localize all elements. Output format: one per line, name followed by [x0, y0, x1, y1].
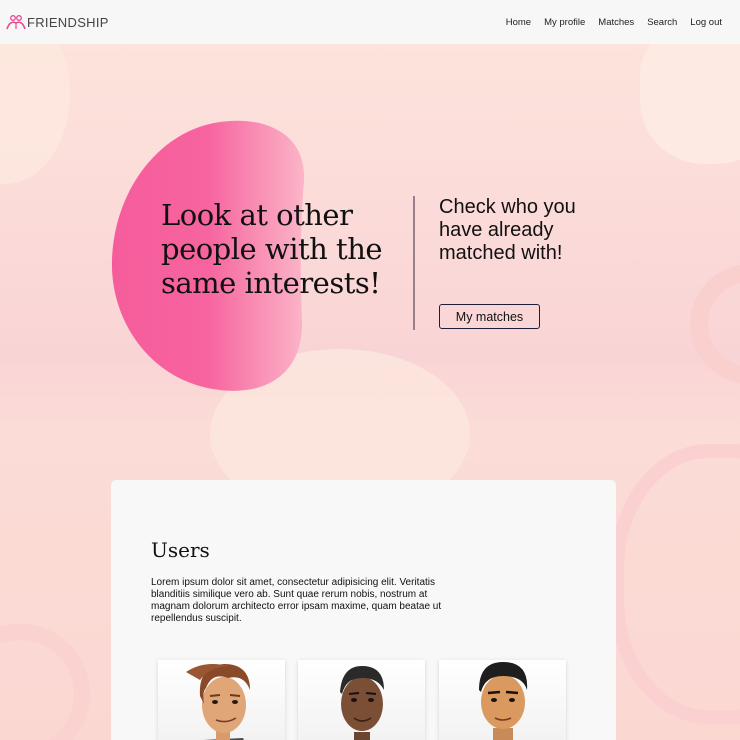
businessman-avatar: [479, 662, 528, 740]
decor-blob: [0, 44, 70, 184]
user-card[interactable]: [439, 660, 566, 740]
decor-blob: [690, 264, 740, 384]
user-card[interactable]: [158, 660, 285, 740]
decor-blob: [610, 444, 740, 724]
brand-logo[interactable]: FRIENDSHIP: [6, 14, 109, 30]
friendship-logo-icon: [6, 15, 26, 30]
brand-name: FRIENDSHIP: [27, 14, 109, 30]
navbar: FRIENDSHIP Home My profile Matches Searc…: [0, 0, 740, 44]
nav-search[interactable]: Search: [647, 17, 677, 28]
nav-my-profile[interactable]: My profile: [544, 17, 585, 28]
users-title: Users: [151, 538, 210, 562]
hero-title: Look at other people with the same inter…: [161, 198, 383, 300]
dark-skin-man-avatar: [340, 666, 384, 740]
users-description: Lorem ipsum dolor sit amet, consectetur …: [151, 577, 442, 624]
hero-divider: [413, 196, 415, 330]
my-matches-button[interactable]: My matches: [439, 304, 540, 329]
user-card[interactable]: [298, 660, 425, 740]
decor-blob: [640, 44, 740, 164]
brown-hair-man-avatar: [186, 664, 250, 740]
nav-matches[interactable]: Matches: [598, 17, 634, 28]
nav-menu: Home My profile Matches Search Log out: [506, 17, 722, 28]
decor-blob: [0, 624, 90, 740]
nav-log-out[interactable]: Log out: [690, 17, 722, 28]
hero-subtitle: Check who you have already matched with!: [439, 196, 576, 264]
nav-home[interactable]: Home: [506, 17, 531, 28]
users-card: Users Lorem ipsum dolor sit amet, consec…: [111, 480, 616, 740]
